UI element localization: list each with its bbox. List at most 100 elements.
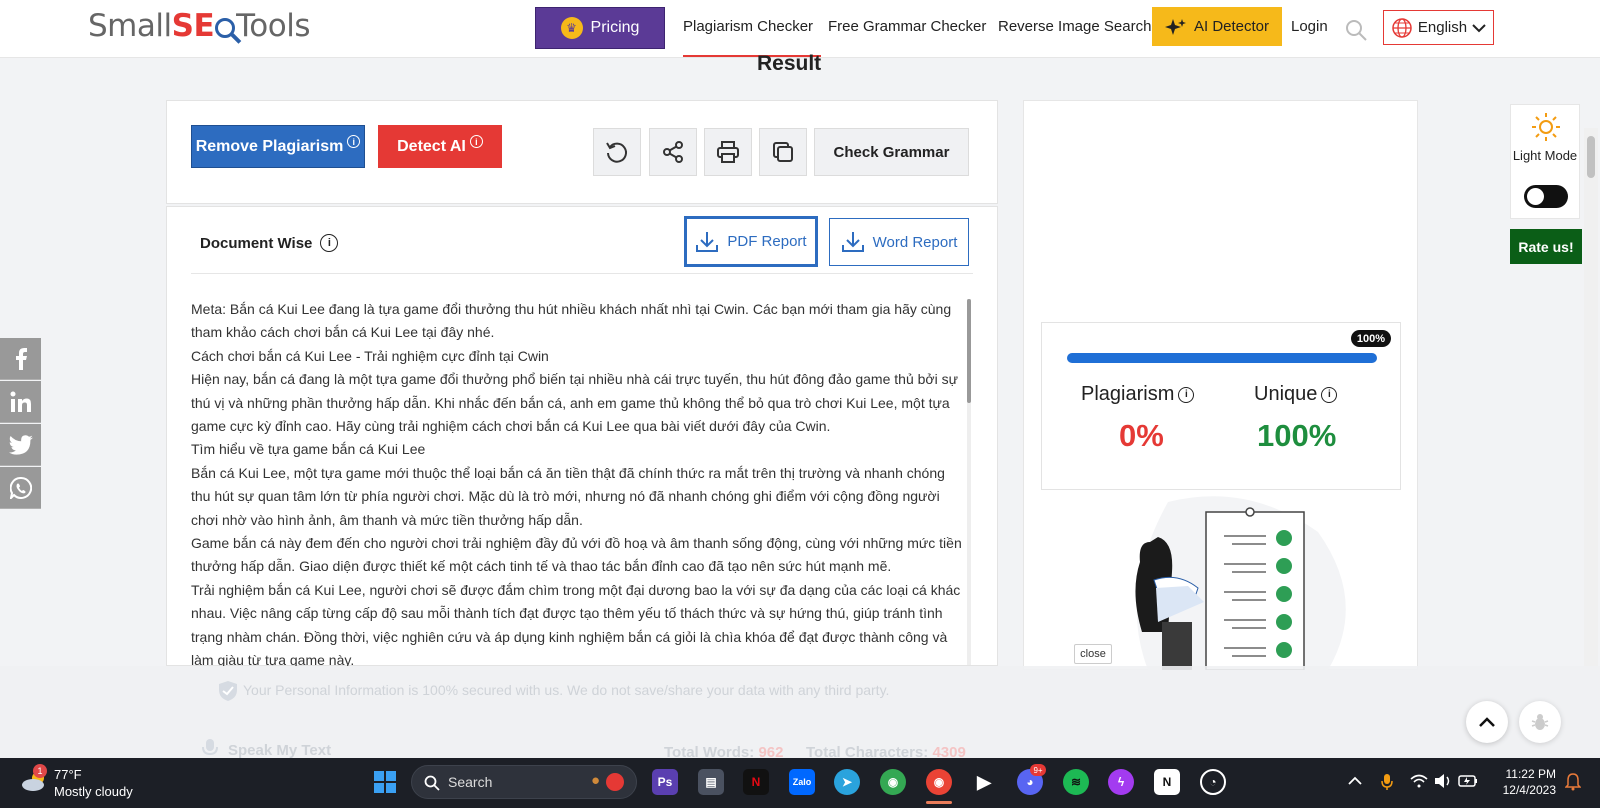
zalo-app-icon[interactable]: Zalo (789, 769, 815, 795)
share-button[interactable] (649, 128, 697, 176)
messenger-app-icon[interactable]: ϟ (1108, 769, 1134, 795)
document-paragraph: Cách chơi bắn cá Kui Lee - Trải nghiệm c… (191, 347, 549, 364)
gingerbread-icon: ● (590, 772, 600, 789)
word-report-button[interactable]: Word Report (829, 218, 969, 266)
site-logo[interactable]: SmallSE Tools (88, 8, 310, 44)
photoshop-app-icon[interactable]: Ps (652, 769, 678, 795)
unique-label: Unique i (1254, 383, 1338, 406)
chevron-up-icon[interactable] (1348, 776, 1362, 786)
progress-badge: 100% (1351, 330, 1391, 347)
facebook-icon (15, 347, 27, 370)
rate-us-button[interactable]: Rate us! (1510, 229, 1582, 264)
reload-icon (606, 142, 627, 163)
document-text: Meta: Bắn cá Kui Lee đang là tựa game đổ… (191, 298, 967, 666)
whatsapp-icon (9, 476, 32, 499)
remove-plagiarism-button[interactable]: Remove Plagiarism i (191, 125, 365, 168)
copy-button[interactable] (759, 128, 807, 176)
microphone-icon (202, 739, 218, 756)
chrome-active-app-icon[interactable]: ◉ (926, 769, 952, 795)
document-paragraph: Game bắn cá này đem đến cho người chơi t… (191, 535, 962, 575)
download-icon (841, 232, 864, 252)
active-app-indicator (926, 801, 952, 804)
bug-icon (1531, 714, 1549, 730)
scroll-to-top-button[interactable] (1466, 701, 1508, 743)
search-icon[interactable] (1344, 18, 1368, 42)
ai-detector-button[interactable]: AI Detector (1152, 7, 1282, 46)
nav-grammar-checker[interactable]: Free Grammar Checker (828, 18, 986, 35)
light-mode-label: Light Mode (1512, 148, 1578, 163)
login-link[interactable]: Login (1291, 18, 1328, 35)
battery-icon[interactable] (1458, 775, 1478, 787)
chrome-app-icon[interactable]: ◉ (880, 769, 906, 795)
reload-button[interactable] (593, 128, 641, 176)
sun-icon (1532, 113, 1560, 141)
nav-plagiarism-checker[interactable]: Plagiarism Checker (683, 18, 813, 35)
document-paragraph: Tìm hiểu về tựa game bắn cá Kui Lee (191, 441, 426, 458)
info-icon[interactable]: i (1321, 386, 1338, 403)
language-selector[interactable]: English (1383, 10, 1494, 45)
info-icon: i (347, 135, 361, 148)
play-store-icon[interactable]: ▶ (971, 769, 997, 795)
document-paragraph: Bắn cá Kui Lee, một tựa game mới thuộc t… (191, 464, 945, 528)
plagiarism-label: Plagiarism i (1081, 383, 1195, 406)
speak-my-text-button[interactable]: Speak My Text (228, 742, 331, 759)
download-icon (696, 231, 719, 252)
weather-widget[interactable]: 77°F Mostly cloudy (54, 766, 133, 800)
whatsapp-share-button[interactable] (0, 467, 41, 509)
spotify-app-icon[interactable]: ≋ (1063, 769, 1089, 795)
detect-ai-button[interactable]: Detect AI i (378, 125, 502, 168)
windows-start-icon[interactable] (373, 770, 397, 794)
sparkle-icon (1164, 18, 1186, 35)
checklist-woman-illustration (1135, 496, 1346, 670)
chevron-down-icon (1472, 23, 1486, 32)
nav-reverse-image-search[interactable]: Reverse Image Search (998, 18, 1151, 35)
info-icon: i (469, 135, 483, 148)
microphone-icon[interactable] (1381, 773, 1393, 791)
document-paragraph: Hiện nay, bắn cá đang là một tựa game đổ… (191, 371, 958, 435)
document-scrollbar-thumb[interactable] (967, 299, 971, 403)
crown-icon: ♛ (560, 17, 583, 39)
check-grammar-button[interactable]: Check Grammar (814, 128, 969, 176)
twitter-icon (8, 434, 33, 455)
notion-app-icon[interactable]: N (1154, 769, 1180, 795)
file-explorer-icon[interactable]: ▤ (698, 769, 724, 795)
pricing-button[interactable]: ♛ Pricing (535, 7, 665, 49)
volume-icon[interactable] (1434, 773, 1452, 789)
info-icon[interactable]: i (1178, 386, 1195, 403)
document-paragraph: Trải nghiệm bắn cá Kui Lee, người chơi s… (191, 581, 961, 666)
magnifier-o-icon (215, 18, 236, 38)
notification-bell-icon[interactable] (1565, 773, 1581, 791)
telegram-app-icon[interactable]: ➤ (834, 769, 860, 795)
result-heading: Result (757, 52, 822, 75)
search-highlight-icon (606, 773, 624, 791)
document-wise-label: Document Wise i (200, 234, 339, 252)
weather-notification-badge: 1 (33, 764, 47, 778)
wifi-icon[interactable] (1410, 774, 1428, 788)
taskbar-clock[interactable]: 11:22 PM 12/4/2023 (1492, 766, 1556, 798)
twitter-share-button[interactable] (0, 424, 41, 466)
pdf-report-button[interactable]: PDF Report (684, 216, 818, 267)
linkedin-icon (10, 391, 31, 412)
taskbar-search[interactable]: Search ● (411, 765, 637, 799)
divider (191, 273, 973, 274)
info-icon[interactable]: i (320, 234, 339, 252)
printer-icon (717, 141, 739, 163)
facebook-share-button[interactable] (0, 338, 41, 380)
netflix-app-icon[interactable]: N (743, 769, 769, 795)
theme-toggle[interactable] (1524, 185, 1568, 208)
page-scrollbar-track[interactable] (1584, 128, 1598, 754)
linkedin-share-button[interactable] (0, 381, 41, 423)
close-ad-button[interactable]: close (1074, 644, 1112, 664)
plagiarism-value: 0% (1119, 418, 1164, 453)
unique-value: 100% (1257, 418, 1337, 453)
globe-icon (1392, 17, 1412, 38)
uniqueness-progress-bar (1067, 353, 1377, 363)
clock-app-icon[interactable]: ◔ (1200, 769, 1226, 795)
print-button[interactable] (704, 128, 752, 176)
share-icon (663, 141, 683, 163)
page-scrollbar-thumb[interactable] (1587, 136, 1595, 178)
progress-fill (1067, 353, 1377, 363)
privacy-notice: Your Personal Information is 100% secure… (243, 682, 890, 698)
discord-badge: 9+ (1030, 764, 1046, 776)
report-bug-button[interactable] (1519, 701, 1561, 743)
